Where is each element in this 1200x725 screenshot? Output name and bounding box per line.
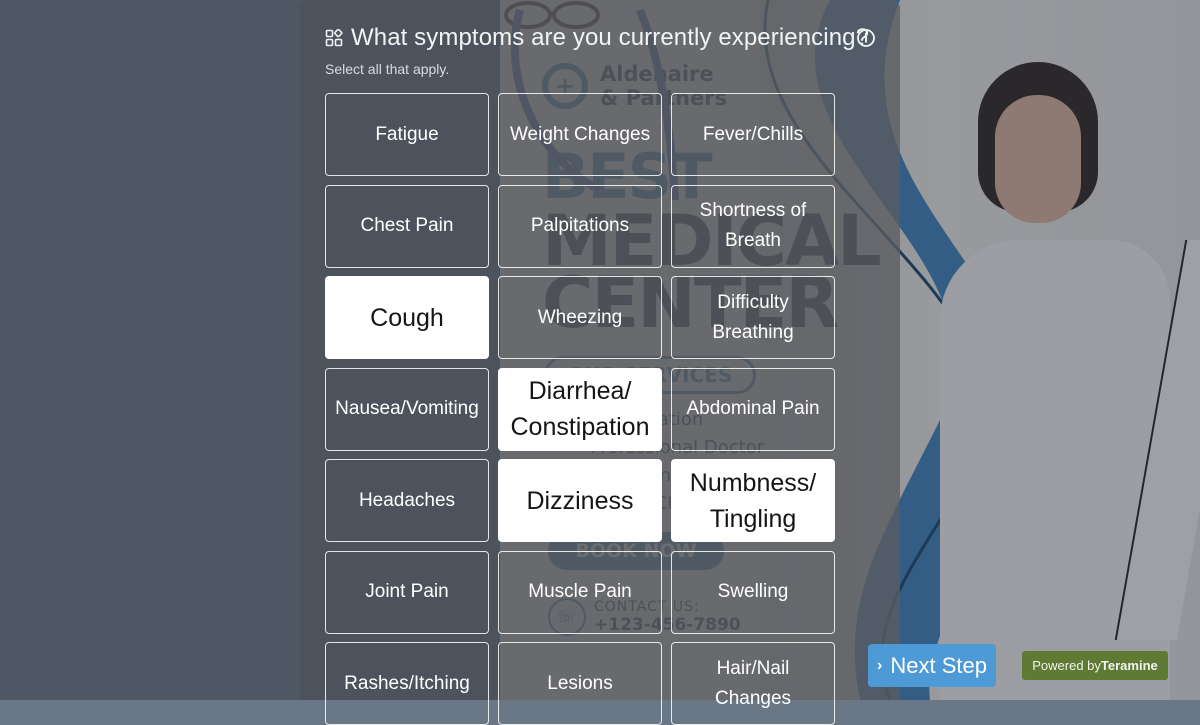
option-wheezing[interactable]: Wheezing bbox=[498, 276, 662, 359]
question-subtitle: Select all that apply. bbox=[325, 61, 450, 77]
chevron-right-icon: › bbox=[877, 656, 883, 674]
option-weight-changes[interactable]: Weight Changes bbox=[498, 93, 662, 176]
option-joint-pain[interactable]: Joint Pain bbox=[325, 550, 489, 634]
powered-by-brand: Teramine bbox=[1100, 658, 1158, 673]
option-cough[interactable]: Cough bbox=[325, 276, 489, 359]
next-step-button[interactable]: › Next Step bbox=[868, 644, 996, 687]
option-palpitations[interactable]: Palpitations bbox=[498, 184, 662, 268]
option-chest-pain[interactable]: Chest Pain bbox=[325, 184, 489, 268]
info-circle-icon[interactable] bbox=[856, 28, 876, 48]
option-dizziness[interactable]: Dizziness bbox=[498, 459, 662, 542]
option-swelling[interactable]: Swelling bbox=[671, 550, 835, 634]
option-lesions[interactable]: Lesions bbox=[498, 642, 662, 725]
option-difficulty-breathing[interactable]: Difficulty Breathing bbox=[671, 276, 835, 359]
option-fatigue[interactable]: Fatigue bbox=[325, 93, 489, 176]
option-rashes-itching[interactable]: Rashes/Itching bbox=[325, 642, 489, 725]
option-diarrhea-constipation[interactable]: Diarrhea/ Constipation bbox=[498, 367, 662, 451]
option-hair-nail-changes[interactable]: Hair/Nail Changes bbox=[671, 642, 835, 725]
question-header: What symptoms are you currently experien… bbox=[325, 24, 869, 52]
option-fever-chills[interactable]: Fever/Chills bbox=[671, 93, 835, 176]
option-headaches[interactable]: Headaches bbox=[325, 459, 489, 542]
option-abdominal-pain[interactable]: Abdominal Pain bbox=[671, 367, 835, 451]
grid-shapes-icon bbox=[325, 29, 343, 47]
option-shortness-of-breath[interactable]: Shortness of Breath bbox=[671, 184, 835, 268]
powered-by-badge[interactable]: Powered by Teramine bbox=[1022, 651, 1168, 680]
symptom-options-grid: Fatigue Weight Changes Fever/Chills Ches… bbox=[325, 93, 837, 725]
option-numbness-tingling[interactable]: Numbness/ Tingling bbox=[671, 459, 835, 542]
powered-by-prefix: Powered by bbox=[1032, 658, 1101, 673]
next-step-label: Next Step bbox=[890, 652, 987, 678]
option-muscle-pain[interactable]: Muscle Pain bbox=[498, 550, 662, 634]
option-nausea-vomiting[interactable]: Nausea/Vomiting bbox=[325, 367, 489, 451]
question-title: What symptoms are you currently experien… bbox=[351, 24, 870, 51]
